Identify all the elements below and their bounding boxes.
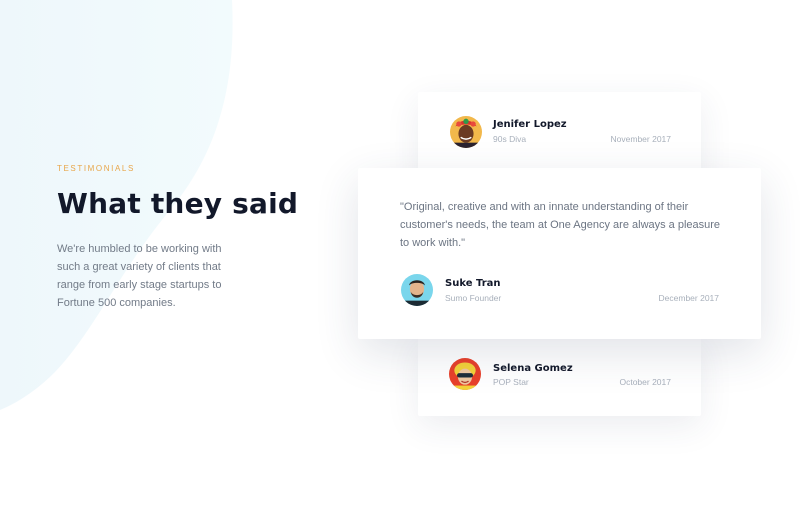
- section-title: What they said: [57, 187, 299, 220]
- testimonial-author-role: POP Star: [493, 377, 529, 387]
- testimonials-section: TESTIMONIALS What they said We're humble…: [0, 0, 800, 510]
- testimonial-quote: "Original, creative and with an innate u…: [400, 201, 721, 249]
- avatar-selena-gomez-icon: [447, 356, 483, 392]
- testimonial-author-name: Suke Tran: [445, 278, 501, 289]
- section-description: We're humbled to be working with such a …: [57, 243, 222, 309]
- section-intro: TESTIMONIALS What they said We're humble…: [57, 164, 317, 312]
- testimonial-date: December 2017: [658, 293, 719, 303]
- testimonial-card-selena-gomez[interactable]: Selena Gomez POP Star October 2017: [418, 336, 701, 416]
- section-eyebrow: TESTIMONIALS: [57, 164, 135, 173]
- testimonial-author-name: Jenifer Lopez: [493, 119, 567, 130]
- testimonial-date: October 2017: [619, 377, 671, 387]
- testimonial-author-role: Sumo Founder: [445, 293, 502, 303]
- avatar-suke-tran-icon: [399, 272, 435, 308]
- avatar-jenifer-lopez-icon: [448, 114, 484, 150]
- testimonial-author-role: 90s Diva: [493, 134, 527, 144]
- testimonial-author-name: Selena Gomez: [493, 363, 573, 374]
- testimonial-date: November 2017: [610, 134, 671, 144]
- testimonial-card-suke-tran[interactable]: "Original, creative and with an innate u…: [358, 168, 761, 339]
